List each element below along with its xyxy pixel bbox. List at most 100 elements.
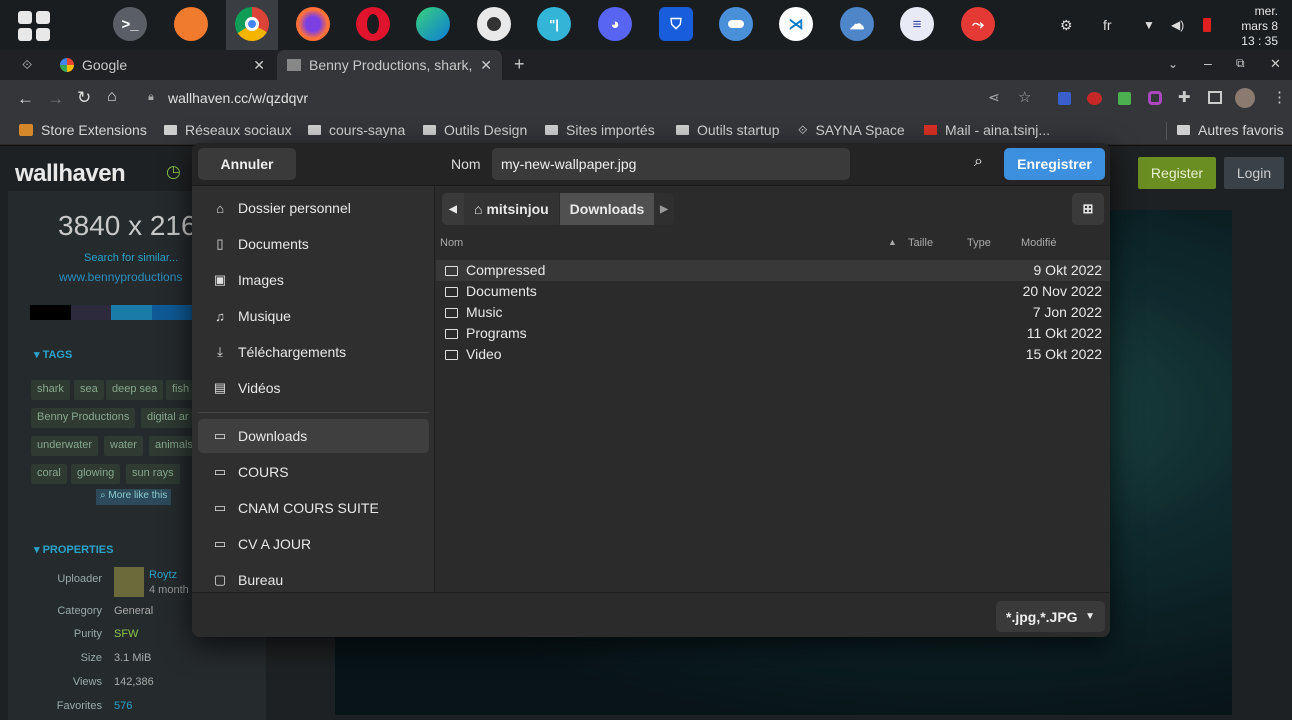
place-home[interactable]: ⌂ Dossier personnel xyxy=(198,191,429,225)
filename-input[interactable]: my-new-wallpaper.jpg xyxy=(492,148,850,180)
tag[interactable]: sea xyxy=(74,380,104,400)
col-name-header[interactable]: Nom xyxy=(440,237,463,249)
volume-icon[interactable]: ◀) xyxy=(1171,0,1184,50)
file-row[interactable]: Video 15 Okt 2022 xyxy=(436,344,1110,365)
login-button[interactable]: Login xyxy=(1224,157,1284,189)
bookmark-folder[interactable]: cours-sayna xyxy=(308,122,405,138)
vscode-icon[interactable]: ⋊ xyxy=(779,7,813,41)
obs-icon[interactable] xyxy=(477,7,511,41)
share-icon[interactable]: ⋖ xyxy=(988,89,1000,106)
tag[interactable]: sun rays xyxy=(126,464,180,484)
path-forward-icon[interactable]: ▶ xyxy=(654,193,674,225)
battery-icon[interactable] xyxy=(1203,0,1211,50)
source-link[interactable]: www.bennyproductions xyxy=(59,270,182,284)
new-folder-icon[interactable]: ⊞ xyxy=(1072,193,1104,225)
palette-swatch[interactable] xyxy=(30,305,71,320)
register-button[interactable]: Register xyxy=(1138,157,1216,189)
tag[interactable]: glowing xyxy=(71,464,121,484)
profile-avatar[interactable] xyxy=(1235,88,1255,108)
file-row[interactable]: Music 7 Jon 2022 xyxy=(436,302,1110,323)
extension-4-icon[interactable] xyxy=(1148,91,1162,105)
bookmark-store-extensions[interactable]: Store Extensions xyxy=(19,122,147,138)
edge-icon[interactable] xyxy=(416,7,450,41)
search-icon[interactable]: ⌕ xyxy=(974,153,983,171)
path-home-button[interactable]: ⌂ mitsinjou xyxy=(464,193,559,225)
notes-icon[interactable]: ≡ xyxy=(900,7,934,41)
search-similar-link[interactable]: Search for similar... xyxy=(84,252,178,264)
path-downloads-button[interactable]: Downloads xyxy=(560,193,654,225)
home-icon[interactable]: ⌂ xyxy=(107,88,117,106)
close-tab-icon[interactable]: ✕ xyxy=(480,57,492,74)
terminal-icon[interactable]: >_ xyxy=(113,7,147,41)
tag[interactable]: water xyxy=(104,436,143,456)
switcher-icon[interactable] xyxy=(719,7,753,41)
tag[interactable]: deep sea xyxy=(106,380,164,400)
tag[interactable]: shark xyxy=(31,380,70,400)
minimize-icon[interactable]: – xyxy=(1204,55,1212,71)
bookmark-mail[interactable]: Mail - aina.tsinj... xyxy=(924,122,1050,138)
chrome-icon[interactable] xyxy=(235,7,269,41)
bookmark-cnam[interactable]: ▭ CNAM COURS SUITE xyxy=(198,491,429,525)
palette-swatch[interactable] xyxy=(151,305,192,320)
tab-wallhaven[interactable]: Benny Productions, shark, ✕ xyxy=(277,50,502,80)
extensions-puzzle-icon[interactable]: ✚ xyxy=(1178,88,1191,106)
menu-kebab-icon[interactable]: ⋮ xyxy=(1272,88,1287,106)
forward-icon[interactable]: → xyxy=(47,89,64,109)
uploader-avatar[interactable] xyxy=(114,567,144,597)
bookmark-folder[interactable]: Sites importés xyxy=(545,122,655,138)
palette-swatch[interactable] xyxy=(111,305,152,320)
launcher-icon[interactable] xyxy=(18,11,50,41)
discord-icon[interactable]: ◕ xyxy=(598,7,632,41)
tab-google[interactable]: Google ✕ xyxy=(50,50,275,80)
latest-icon[interactable]: ◷ xyxy=(166,162,181,182)
language-indicator[interactable]: fr xyxy=(1103,0,1112,50)
bookmark-sayna[interactable]: ⟐ SAYNA Space xyxy=(798,122,905,138)
close-tab-icon[interactable]: ✕ xyxy=(253,57,265,74)
vlc-icon[interactable]: "| xyxy=(537,7,571,41)
save-button[interactable]: Enregistrer xyxy=(1004,148,1105,180)
firefox-icon[interactable] xyxy=(296,7,330,41)
extension-3-icon[interactable] xyxy=(1118,92,1131,105)
file-row[interactable]: Documents 20 Nov 2022 xyxy=(436,281,1110,302)
path-back-icon[interactable]: ◀ xyxy=(442,193,464,225)
adblock-icon[interactable] xyxy=(1087,92,1102,105)
cancel-button[interactable]: Annuler xyxy=(198,148,296,180)
bookmark-other[interactable]: Autres favoris xyxy=(1177,122,1284,138)
palette-swatch[interactable] xyxy=(70,305,111,320)
reload-icon[interactable]: ↻ xyxy=(77,88,91,108)
clock[interactable]: mer. mars 8 13 : 35 xyxy=(1241,4,1278,49)
tag[interactable]: fish xyxy=(166,380,192,400)
file-row[interactable]: Compressed 9 Okt 2022 xyxy=(436,260,1110,281)
bookmark-star-icon[interactable]: ☆ xyxy=(1018,88,1031,106)
settings-icon[interactable]: ⚙ xyxy=(1060,0,1073,50)
tag[interactable]: Benny Productions xyxy=(31,408,136,428)
tab-search-icon[interactable]: ⟐ xyxy=(22,57,32,73)
prop-value[interactable]: 576 xyxy=(114,700,132,712)
close-window-icon[interactable]: ✕ xyxy=(1270,56,1281,72)
place-documents[interactable]: ▯ Documents xyxy=(198,227,429,261)
new-tab-button[interactable]: + xyxy=(514,54,525,75)
wifi-icon[interactable]: ▼ xyxy=(1143,0,1155,50)
uploader-link[interactable]: Roytz xyxy=(149,569,177,581)
url-bar[interactable]: wallhaven.cc/w/qzdqvr xyxy=(168,90,308,106)
file-filter-select[interactable]: *.jpg,*.JPG ▼ xyxy=(996,601,1105,632)
bookmark-cours[interactable]: ▭ COURS xyxy=(198,455,429,489)
bookmark-cv[interactable]: ▭ CV A JOUR xyxy=(198,527,429,561)
tag[interactable]: animals xyxy=(149,436,192,456)
tag[interactable]: coral xyxy=(31,464,67,484)
place-videos[interactable]: ▤ Vidéos xyxy=(198,371,429,405)
more-like-this-button[interactable]: ⌕ More like this xyxy=(96,489,172,505)
extension-1-icon[interactable] xyxy=(1058,92,1071,105)
bookmark-folder[interactable]: Outils startup xyxy=(676,122,779,138)
tag[interactable]: underwater xyxy=(31,436,99,456)
files-icon[interactable] xyxy=(174,7,208,41)
place-music[interactable]: ♫ Musique xyxy=(198,299,429,333)
lock-icon[interactable]: 🔒︎ xyxy=(148,91,154,104)
place-images[interactable]: ▣ Images xyxy=(198,263,429,297)
sidepanel-icon[interactable] xyxy=(1208,91,1222,104)
cloud-icon[interactable]: ☁ xyxy=(840,7,874,41)
tab-search-dropdown-icon[interactable]: ⌄ xyxy=(1168,57,1178,71)
bookmark-folder[interactable]: Outils Design xyxy=(423,122,527,138)
place-downloads[interactable]: ⤓ Téléchargements xyxy=(198,335,429,369)
bookmark-folder[interactable]: Réseaux sociaux xyxy=(164,122,292,138)
